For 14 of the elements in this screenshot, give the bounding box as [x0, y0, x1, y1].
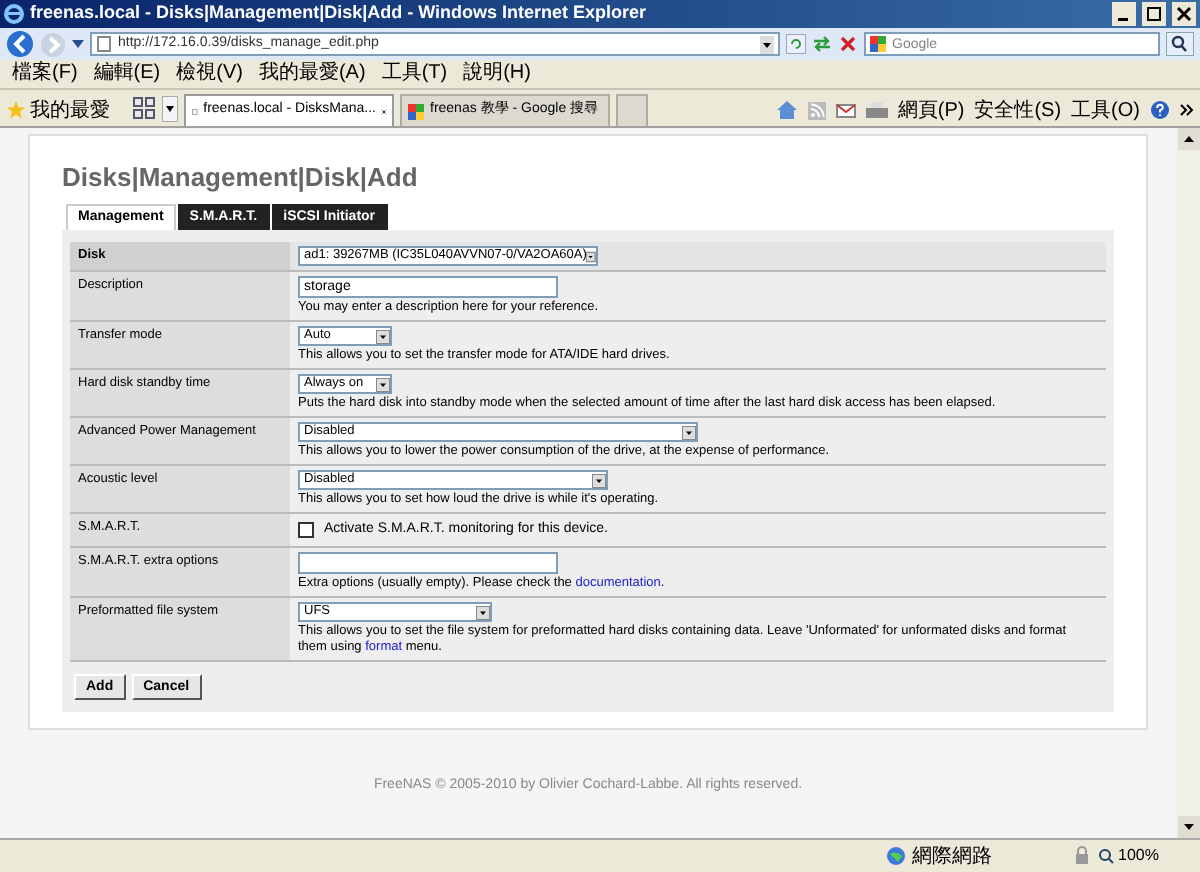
menu-item[interactable]: 檔案(F): [12, 62, 78, 86]
command-menu[interactable]: 工具(O): [1071, 95, 1140, 125]
page-heading: Disks|Management|Disk|Add: [62, 164, 420, 192]
zone-text: 網際網路: [912, 843, 992, 871]
command-menu[interactable]: 網頁(P): [897, 95, 965, 125]
menu-item[interactable]: 我的最愛(A): [258, 62, 366, 86]
menu-item[interactable]: 說明(H): [463, 62, 531, 86]
menu-item[interactable]: 工具(T): [381, 62, 448, 86]
menu-item[interactable]: 編輯(E): [93, 62, 161, 86]
favorites-button[interactable]: 我的最愛: [6, 94, 126, 126]
command-menu[interactable]: 安全性(S): [974, 95, 1062, 125]
menu-item[interactable]: 檢視(V): [176, 62, 243, 86]
zoom-button[interactable]: 100%: [1098, 844, 1194, 868]
window-title: freenas.local - Disks|Management|Disk|Add - Windows Internet Explorer: [30, 0, 649, 27]
